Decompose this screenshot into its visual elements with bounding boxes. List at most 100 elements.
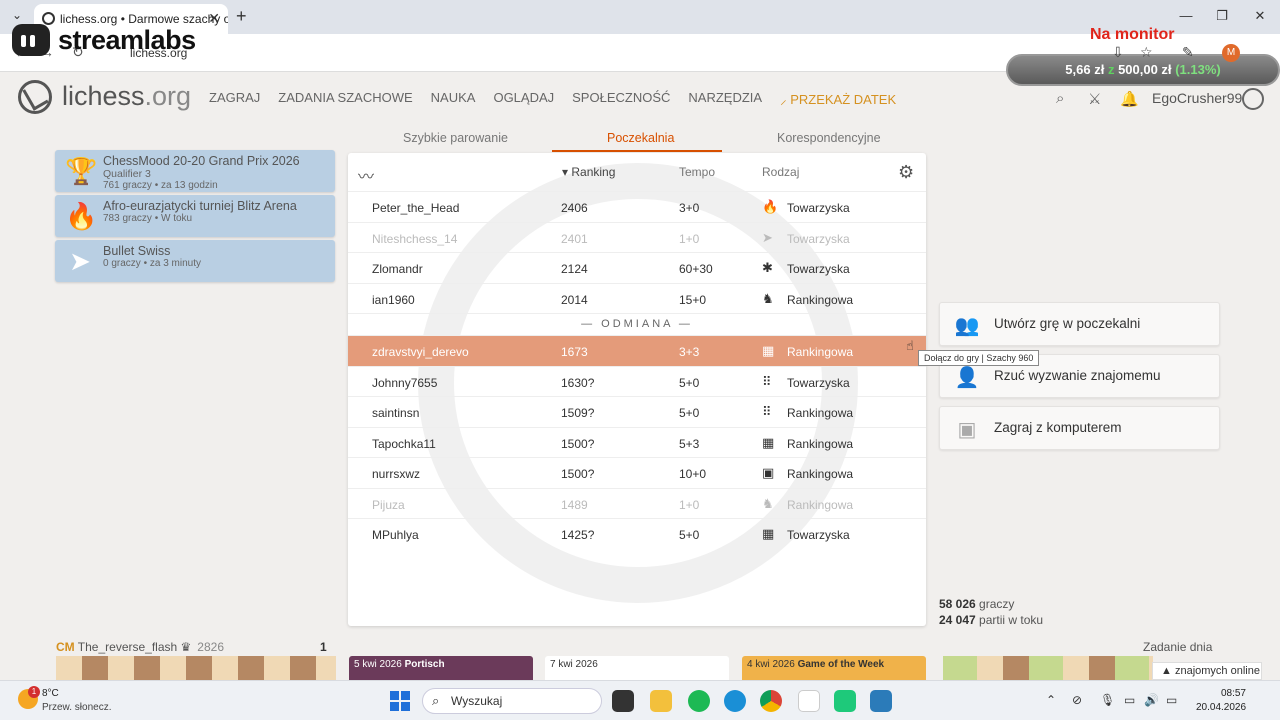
header-mode[interactable]: Rodzaj — [762, 165, 799, 179]
friend-icon: 👤 — [954, 367, 980, 389]
chrome-icon[interactable] — [760, 690, 782, 712]
task-view-icon[interactable] — [612, 690, 634, 712]
tv-board[interactable] — [56, 656, 336, 680]
overlay-title: Na monitor — [1090, 26, 1175, 43]
tournament-item[interactable]: ➤ Bullet Swiss 0 graczy • za 3 minuty — [55, 240, 335, 282]
file-explorer-icon[interactable] — [650, 690, 672, 712]
players-count: 58 026 graczy — [939, 597, 1015, 611]
tv-game-label[interactable]: CM The_reverse_flash ♛ 2826 — [56, 640, 224, 654]
streamlabs-text: streamlabs — [58, 24, 196, 55]
search-icon[interactable]: ⌕ — [1056, 90, 1064, 107]
nav-item-community[interactable]: SPOŁECZNOŚĆ — [572, 90, 670, 108]
seek-row[interactable]: saintinsn 1509? 5+0 ⠿ Rankingowa — [348, 396, 926, 427]
main-nav: ZAGRAJ ZADANIA SZACHOWE NAUKA OGLĄDAJ SP… — [209, 90, 896, 108]
blog-card[interactable]: 4 kwi 2026 Game of the Week — [742, 656, 926, 680]
weather-temp: 8°C — [42, 688, 59, 699]
hand-cursor-icon: ☝ — [906, 338, 914, 353]
seek-row[interactable]: Zlomandr 2124 60+30 ✱ Towarzyska — [348, 252, 926, 283]
blog-card[interactable]: 5 kwi 2026 Portisch — [349, 656, 533, 680]
edge-icon[interactable] — [724, 690, 746, 712]
taskbar-search[interactable]: ⌕ Wyszukaj — [422, 688, 602, 714]
nav-item-tools[interactable]: NARZĘDZIA — [688, 90, 762, 108]
seek-table-header: 〰 ▾ Ranking Tempo Rodzaj ⚙ — [348, 153, 926, 191]
seek-row-highlighted[interactable]: zdravstvyi_derevo 1673 3+3 ▦ Rankingowa — [348, 335, 926, 366]
create-lobby-game-button[interactable]: 👥 Utwórz grę w poczekalni — [939, 302, 1220, 346]
tournament-sub: Qualifier 3 — [103, 168, 151, 180]
mic-icon[interactable]: 🎙 — [1100, 693, 1115, 707]
bell-icon[interactable]: 🔔 — [1120, 90, 1139, 108]
bookmark-star-icon[interactable]: ☆ — [1140, 44, 1153, 61]
minimize-icon[interactable]: — — [1176, 8, 1196, 23]
tournament-meta: 0 graczy • za 3 minuty — [103, 258, 201, 269]
network-off-icon[interactable]: ⊘ — [1072, 693, 1082, 707]
nav-item-puzzles[interactable]: ZADANIA SZACHOWE — [278, 90, 412, 108]
maximize-icon[interactable]: ❐ — [1212, 8, 1232, 24]
cpu-icon: ▣ — [957, 419, 977, 441]
gear-icon[interactable]: ⚙ — [898, 162, 914, 183]
seek-row[interactable]: nurrsxwz 1500? 10+0 ▣ Rankingowa — [348, 457, 926, 488]
seek-row[interactable]: MPuhlya 1425? 5+0 ▦ Towarzyska — [348, 518, 926, 549]
windows-start-icon[interactable] — [390, 691, 410, 711]
tray-chevron-icon[interactable]: ⌃ — [1046, 693, 1056, 707]
close-window-icon[interactable]: ✕ — [1250, 8, 1270, 24]
seek-row[interactable]: Peter_the_Head 2406 3+0 🔥 Towarzyska — [348, 191, 926, 222]
site-logo[interactable]: lichess.org — [62, 81, 191, 112]
variant-separator: — ODMIANA — — [348, 313, 926, 335]
user-icon[interactable] — [1242, 88, 1264, 110]
challenge-icon[interactable]: ⚔ — [1088, 90, 1101, 108]
seek-row[interactable]: Niteshchess_14 2401 1+0 ➤ Towarzyska — [348, 221, 926, 253]
chess960-icon: ▦ — [762, 526, 775, 541]
bullet-icon: ➤ — [762, 229, 773, 245]
seek-row[interactable]: Pijuza 1489 1+0 ♞ Rankingowa — [348, 487, 926, 519]
blog-card[interactable]: 7 kwi 2026 — [545, 656, 729, 680]
rapid-icon: ♞ — [762, 290, 774, 306]
chess960-icon: ▦ — [762, 434, 775, 450]
battery-icon[interactable]: ▭ — [1166, 693, 1177, 707]
seek-row[interactable]: Johnny7655 1630? 5+0 ⠿ Towarzyska — [348, 365, 926, 397]
play-computer-button[interactable]: ▣ Zagraj z komputerem — [939, 406, 1220, 450]
tab-quick-pairing[interactable]: Szybkie parowanie — [403, 131, 508, 145]
lobby-actions: 👥 Utwórz grę w poczekalni 👤 Rzuć wyzwani… — [939, 302, 1220, 458]
daily-puzzle-board[interactable] — [943, 656, 1153, 680]
taskbar-clock[interactable]: 08:57 20.04.2026 — [1196, 687, 1246, 715]
nav-item-donate[interactable]: ⸝ PRZEKAŻ DATEK — [780, 90, 896, 108]
blitz-icon: 🔥 — [762, 199, 779, 214]
tournament-item[interactable]: 🏆 ChessMood 20-20 Grand Prix 2026 Qualif… — [55, 150, 335, 192]
tournament-meta: 761 graczy • za 13 godzin — [103, 180, 218, 191]
bottom-row: CM The_reverse_flash ♛ 2826 1 5 kwi 2026 … — [0, 638, 1280, 680]
tab-lobby[interactable]: Poczekalnia — [607, 131, 674, 145]
profile-avatar[interactable]: M — [1222, 44, 1240, 62]
tab-correspondence[interactable]: Korespondencyjne — [777, 131, 881, 145]
seek-row[interactable]: ian1960 2014 15+0 ♞ Rankingowa — [348, 282, 926, 314]
new-tab-icon[interactable]: + — [236, 6, 247, 27]
donation-sep: z — [1107, 62, 1115, 77]
friends-online-button[interactable]: ▲ znajomych online — [1152, 662, 1262, 680]
username[interactable]: EgoCrusher99 — [1152, 90, 1242, 106]
spotify-icon[interactable] — [688, 690, 710, 712]
search-icon: ⌕ — [432, 693, 440, 708]
display-icon[interactable]: ▭ — [1124, 693, 1135, 707]
install-app-icon[interactable]: ⇩ — [1112, 44, 1124, 61]
flame-icon: 🔥 — [65, 201, 98, 231]
daily-puzzle-label[interactable]: Zadanie dnia — [1143, 640, 1212, 654]
trophy-icon: 🏆 — [65, 156, 98, 186]
seek-row[interactable]: Tapochka11 1500? 5+3 ▦ Rankingowa — [348, 426, 926, 458]
notes-icon[interactable] — [798, 690, 820, 712]
crazyhouse-icon: ⠿ — [762, 373, 772, 389]
crazyhouse-icon: ⠿ — [762, 404, 772, 419]
nav-item-watch[interactable]: OGLĄDAJ — [493, 90, 554, 108]
header-rating[interactable]: ▾ Ranking — [562, 165, 615, 179]
extensions-icon[interactable]: ✎ — [1182, 44, 1194, 61]
streamlabs-app-icon[interactable] — [834, 690, 856, 712]
app-icon[interactable] — [870, 690, 892, 712]
tournament-item[interactable]: 🔥 Afro-eurazjatycki turniej Blitz Arena … — [55, 195, 335, 237]
nav-item-play[interactable]: ZAGRAJ — [209, 90, 260, 108]
lichess-logo-icon[interactable] — [18, 80, 52, 114]
volume-icon[interactable]: 🔊 — [1144, 693, 1159, 707]
nav-item-learn[interactable]: NAUKA — [431, 90, 476, 108]
tournament-meta: 783 graczy • W toku — [103, 213, 193, 224]
close-tab-icon[interactable]: ✕ — [208, 10, 220, 27]
header-time[interactable]: Tempo — [679, 165, 715, 179]
weather-desc: Przew. słonecz. — [42, 702, 112, 713]
graph-view-icon[interactable]: 〰 — [358, 163, 374, 187]
